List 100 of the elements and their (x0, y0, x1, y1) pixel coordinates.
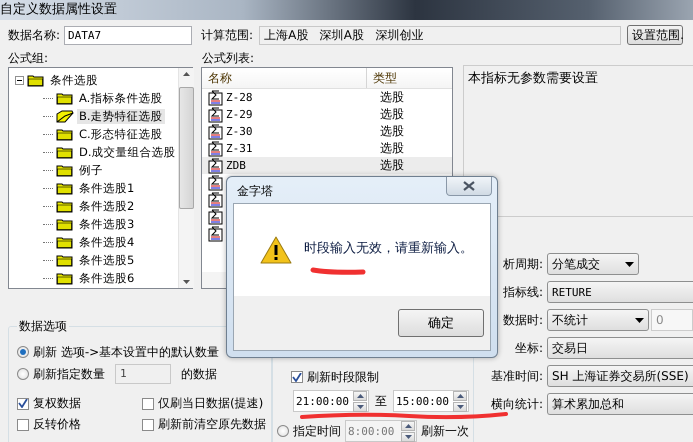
tree-item[interactable]: 条件选股4 (77, 234, 136, 250)
collapse-icon[interactable] (15, 76, 24, 84)
tree-item[interactable]: 条件选股1 (77, 180, 136, 196)
scroll-up-icon[interactable] (182, 72, 190, 76)
name-field[interactable]: DATA7 (64, 26, 192, 44)
tree-item[interactable]: 条件选股3 (77, 216, 136, 232)
checkbox[interactable] (17, 398, 29, 410)
folder-icon (56, 164, 74, 176)
field-label: 计算范围: (201, 26, 254, 44)
folder-icon (56, 146, 74, 158)
folder-icon (56, 254, 74, 266)
formula-icon (208, 106, 223, 122)
warning-icon (260, 236, 292, 264)
formula-name: ZDB (226, 159, 247, 172)
folder-icon (56, 110, 74, 122)
dropdown[interactable]: 交易日 (547, 337, 693, 359)
setting-label: 坐标: (514, 340, 544, 356)
close-icon (463, 181, 475, 191)
option-label: 刷新 选项->基本设置中的默认数量 (33, 344, 220, 360)
list-row[interactable]: Z-31 选股 (202, 140, 452, 157)
tree-item[interactable]: 条件选股2 (77, 198, 136, 214)
folder-icon (56, 92, 74, 104)
formula-icon (208, 140, 223, 156)
folder-icon (56, 272, 74, 284)
folder-icon (27, 74, 45, 86)
dropdown[interactable]: 算术累加总和 (547, 393, 693, 415)
list-row[interactable]: Z-30 选股 (202, 123, 452, 140)
column-header[interactable]: 名称 (202, 68, 367, 88)
tree-item[interactable]: 条件选股5 (77, 252, 136, 268)
formula-type: 选股 (380, 140, 404, 157)
formula-icon (208, 124, 223, 140)
checkbox[interactable] (142, 398, 154, 410)
checkbox[interactable] (142, 418, 154, 430)
dropdown[interactable]: 不统计 (547, 309, 649, 331)
range-field: 上海A股 深圳A股 深圳创业 (259, 26, 622, 44)
option-label: 刷新时段限制 (307, 368, 379, 386)
formula-icon (208, 192, 223, 208)
folder-icon (56, 218, 74, 230)
folder-icon (56, 128, 74, 140)
formula-icon (208, 208, 223, 224)
folder-icon (56, 182, 74, 194)
formula-type: 选股 (380, 89, 404, 106)
time-field[interactable]: 21:00:00 (293, 390, 369, 412)
tree-item[interactable]: A.指标条件选股 (77, 90, 164, 106)
checkbox[interactable] (291, 371, 303, 383)
formula-icon (208, 174, 223, 190)
group-title: 数据选项 (18, 318, 68, 335)
formula-icon (208, 158, 223, 174)
setting-label: 数据时: (502, 312, 544, 328)
range-separator: 至 (375, 392, 387, 410)
formula-icon (208, 90, 223, 106)
underline-mark (310, 267, 366, 275)
dropdown[interactable]: 分笔成交 (547, 253, 639, 275)
list-row[interactable]: Z-28 选股 (202, 89, 452, 106)
setting-label: 析周期: (502, 256, 544, 272)
list-row[interactable]: Z-29 选股 (202, 106, 452, 123)
tree-item[interactable]: D.成交量组合选股 (77, 144, 178, 160)
option-label: 的数据 (181, 366, 217, 382)
formula-type: 选股 (380, 106, 404, 123)
dropdown[interactable]: SH 上海证券交易所(SSE) (547, 365, 693, 387)
close-button[interactable] (446, 177, 492, 196)
dropdown-arrow-icon (635, 318, 644, 322)
tree-item[interactable]: 条件选股6 (77, 270, 136, 286)
formula-name: Z-31 (226, 142, 254, 155)
tree-item[interactable]: B.走势特征选股 (77, 108, 165, 124)
ok-button[interactable]: 确定 (398, 309, 484, 337)
radio-button[interactable] (17, 368, 29, 380)
dropdown[interactable]: RETURE (547, 281, 693, 303)
option-label: 反转价格 (33, 416, 81, 433)
dropdown-arrow-icon (625, 262, 634, 266)
formula-type: 选股 (380, 157, 404, 174)
option-label: 复权数据 (33, 395, 81, 412)
checkbox[interactable] (17, 418, 29, 430)
scroll-down-icon[interactable] (182, 280, 190, 284)
option-label: 刷新前清空原先数据 (158, 416, 266, 433)
tree-item[interactable]: C.形态特征选股 (77, 126, 165, 142)
dialog-title: 金字塔 (236, 183, 274, 200)
option-label: 指定时间 (293, 422, 341, 440)
list-row[interactable]: ZDB 选股 (202, 157, 452, 174)
formula-name: Z-30 (226, 125, 254, 138)
section-label: 公式组: (8, 50, 50, 66)
info-text: 本指标无参数需要设置 (468, 71, 598, 86)
formula-type: 选股 (380, 123, 404, 140)
alert-message: 时段输入无效，请重新输入。 (304, 240, 473, 257)
scrollbar[interactable] (178, 68, 194, 288)
option-label: 仅刷当日数据(提速) (158, 395, 264, 412)
spin-buttons[interactable] (352, 390, 368, 412)
spin-buttons[interactable] (452, 390, 468, 412)
radio-button[interactable] (17, 346, 29, 358)
column-header[interactable]: 类型 (367, 68, 397, 88)
count-field[interactable]: 1 (115, 364, 171, 384)
time-field[interactable]: 15:00:00 (393, 390, 469, 412)
formula-name: Z-29 (226, 108, 254, 121)
set-range-button[interactable]: 设置范围. (627, 25, 684, 45)
option-label: 刷新指定数量 (33, 366, 105, 382)
tree-item[interactable]: 例子 (77, 162, 105, 178)
section-label: 公式列表: (202, 50, 254, 66)
setting-label: 横向统计: (490, 396, 544, 412)
formula-icon (208, 226, 223, 242)
tree-item[interactable]: 条件选股 (48, 72, 100, 88)
